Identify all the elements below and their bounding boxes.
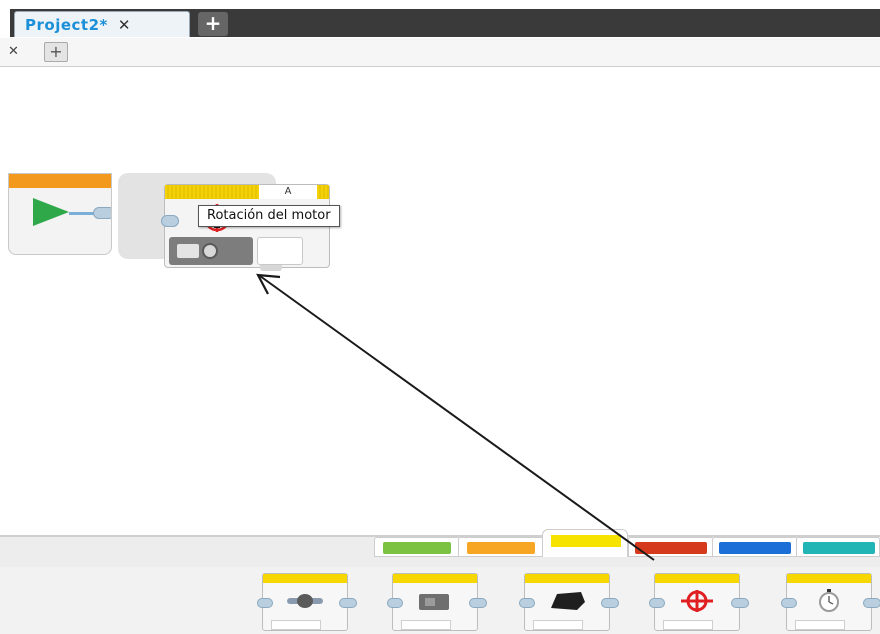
palette-block-color-sensor[interactable] bbox=[387, 573, 487, 631]
program-tab-bar: ✕ + bbox=[0, 38, 880, 67]
infrared-sensor-icon bbox=[551, 592, 585, 610]
mode-selector[interactable] bbox=[169, 237, 253, 265]
block-output-port bbox=[601, 598, 619, 608]
measure-mode-icon bbox=[177, 244, 199, 258]
rotation-icon bbox=[202, 243, 218, 259]
palette-tab-flow[interactable] bbox=[458, 537, 544, 557]
port-selector[interactable]: A bbox=[259, 185, 317, 199]
motor-rotation-sensor-icon bbox=[681, 590, 713, 612]
palette-tab-data[interactable] bbox=[628, 537, 714, 557]
sequence-wire bbox=[69, 212, 95, 215]
block-footer bbox=[795, 620, 845, 630]
block-output-port bbox=[863, 598, 880, 608]
data-wire-tab[interactable] bbox=[260, 265, 282, 271]
block-header bbox=[393, 574, 477, 583]
close-program-icon[interactable]: ✕ bbox=[8, 44, 19, 59]
flow-tab-color bbox=[467, 542, 535, 554]
block-input-port bbox=[387, 598, 403, 608]
block-tooltip: Rotación del motor bbox=[198, 205, 340, 227]
start-block[interactable] bbox=[8, 173, 112, 255]
add-project-button[interactable]: + bbox=[198, 12, 228, 36]
palette-block-motor-rotation[interactable] bbox=[649, 573, 749, 631]
project-tab[interactable]: Project2* ✕ bbox=[14, 11, 190, 37]
action-tab-color bbox=[383, 542, 451, 554]
block-output-port bbox=[731, 598, 749, 608]
block-footer bbox=[533, 620, 583, 630]
project-tab-bar: Project2* ✕ + bbox=[0, 0, 880, 38]
palette-block-brick-buttons[interactable] bbox=[257, 573, 357, 631]
block-footer bbox=[401, 620, 451, 630]
sequence-input-port[interactable] bbox=[161, 215, 179, 227]
programming-canvas[interactable]: A Rotación del motor bbox=[0, 67, 880, 535]
palette-tab-action[interactable] bbox=[374, 537, 460, 557]
block-input-port bbox=[649, 598, 665, 608]
palette-tab-myblocks[interactable] bbox=[796, 537, 880, 557]
block-input-port bbox=[519, 598, 535, 608]
start-block-header bbox=[9, 174, 111, 188]
palette-tab-advanced[interactable] bbox=[712, 537, 798, 557]
project-tab-label: Project2* bbox=[25, 15, 108, 34]
block-palette bbox=[0, 529, 880, 634]
output-plug[interactable] bbox=[257, 237, 303, 265]
block-header bbox=[787, 574, 871, 583]
block-footer bbox=[271, 620, 321, 630]
advanced-tab-color bbox=[719, 542, 791, 554]
palette-tab-sensor[interactable] bbox=[542, 529, 628, 557]
block-input-port bbox=[257, 598, 273, 608]
sequence-output-port[interactable] bbox=[93, 207, 111, 219]
block-header bbox=[655, 574, 739, 583]
close-icon[interactable]: ✕ bbox=[118, 16, 131, 34]
block-header bbox=[263, 574, 347, 583]
block-output-port bbox=[339, 598, 357, 608]
add-program-button[interactable]: + bbox=[44, 42, 68, 62]
block-header bbox=[525, 574, 609, 583]
data-tab-color bbox=[635, 542, 707, 554]
block-footer bbox=[663, 620, 713, 630]
brick-buttons-sensor-icon bbox=[287, 594, 323, 608]
sensor-tab-color bbox=[551, 535, 621, 547]
palette-block-infrared-sensor[interactable] bbox=[519, 573, 619, 631]
palette-block-timer[interactable] bbox=[781, 573, 880, 631]
color-sensor-icon bbox=[419, 594, 449, 610]
myblocks-tab-color bbox=[803, 542, 875, 554]
block-output-port bbox=[469, 598, 487, 608]
timer-sensor-icon bbox=[819, 589, 839, 612]
block-input-port bbox=[781, 598, 797, 608]
play-icon bbox=[33, 198, 69, 226]
